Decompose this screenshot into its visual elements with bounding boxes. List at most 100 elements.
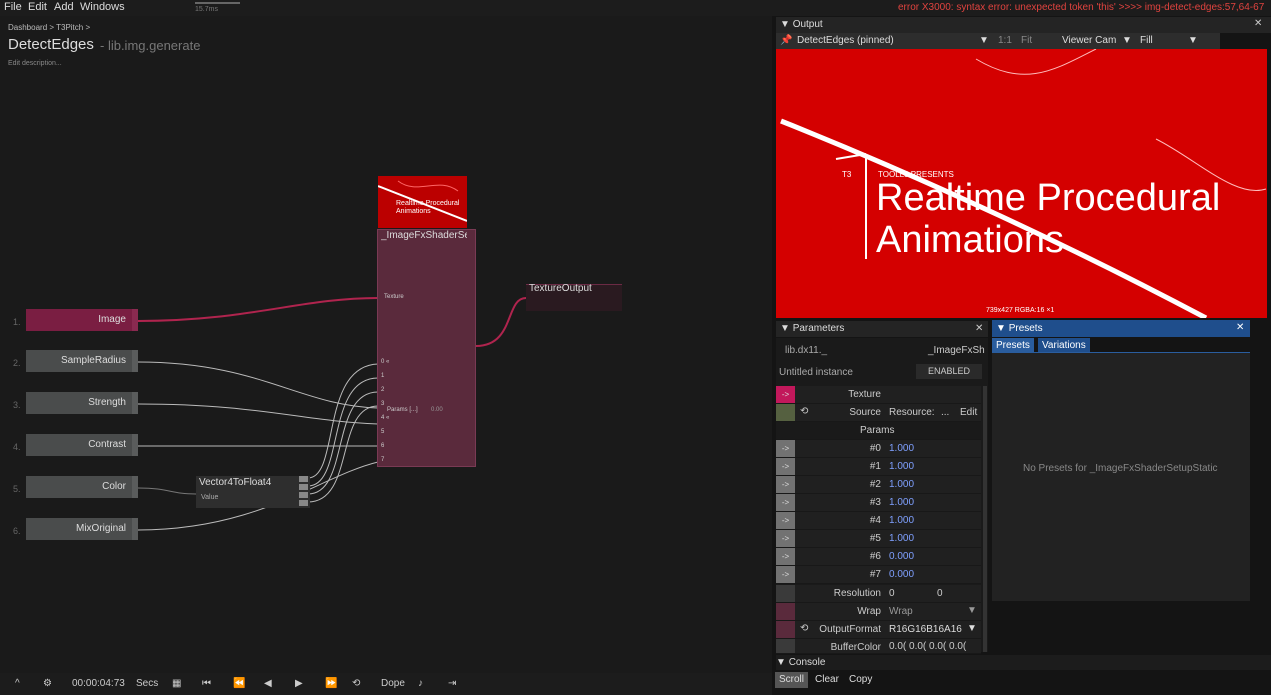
param-row[interactable]: -> #6 0.000: [776, 548, 981, 566]
pin-icon[interactable]: 📌: [780, 35, 792, 46]
output-selector[interactable]: DetectEdges (pinned): [797, 35, 894, 46]
input-port-image[interactable]: [132, 309, 138, 331]
graph-canvas[interactable]: Dashboard > T3Pitch > DetectEdges - lib.…: [0, 16, 772, 695]
input-port-contrast[interactable]: [132, 434, 138, 456]
close-icon[interactable]: ✕: [975, 323, 983, 334]
vector4-output-port[interactable]: [299, 500, 308, 506]
resolution-y[interactable]: 0: [937, 588, 943, 599]
slot-texture[interactable]: Texture: [384, 294, 404, 300]
format-select[interactable]: R16G16B16A16: [889, 624, 962, 635]
console-panel-header[interactable]: ▼ Console: [776, 655, 1271, 670]
arrow-icon[interactable]: ->: [776, 530, 795, 547]
source-browse-button[interactable]: ...: [941, 407, 949, 418]
speaker-icon[interactable]: ♪: [418, 678, 423, 689]
vector4-output-port[interactable]: [299, 484, 308, 490]
param-value[interactable]: 1.000: [889, 515, 914, 526]
chevron-down-icon[interactable]: ▼: [1122, 35, 1132, 46]
menu-file[interactable]: File: [4, 1, 22, 13]
param-row[interactable]: -> #0 1.000: [776, 440, 981, 458]
arrow-icon[interactable]: ->: [776, 458, 795, 475]
param-row[interactable]: -> #1 1.000: [776, 458, 981, 476]
menu-add[interactable]: Add: [54, 1, 74, 13]
console-copy-button[interactable]: Copy: [845, 672, 876, 688]
enabled-toggle[interactable]: ENABLED: [916, 364, 982, 379]
param-row-wrap[interactable]: Wrap Wrap ▼: [776, 603, 981, 621]
menu-edit[interactable]: Edit: [28, 1, 47, 13]
fill-selector[interactable]: Fill: [1140, 35, 1153, 46]
param-value[interactable]: 1.000: [889, 479, 914, 490]
arrow-icon[interactable]: ->: [776, 494, 795, 511]
menu-windows[interactable]: Windows: [80, 1, 125, 13]
param-value[interactable]: 1.000: [889, 533, 914, 544]
instance-name-input[interactable]: Untitled instance: [779, 367, 853, 378]
vector4-output-port[interactable]: [299, 476, 308, 482]
param-row[interactable]: -> #7 0.000: [776, 566, 981, 584]
tab-presets[interactable]: Presets: [992, 338, 1034, 353]
shader-node-thumbnail[interactable]: Realtime Procedural Animations: [378, 176, 467, 228]
step-forward-icon[interactable]: ⏩: [325, 678, 337, 689]
arrow-icon[interactable]: ->: [776, 548, 795, 565]
presets-panel-header[interactable]: ▼ Presets: [992, 320, 1250, 337]
chevron-down-icon[interactable]: ▼: [1188, 35, 1198, 46]
param-row[interactable]: -> #4 1.000: [776, 512, 981, 530]
param-row[interactable]: -> #5 1.000: [776, 530, 981, 548]
grid-icon[interactable]: ▦: [172, 678, 181, 689]
wrap-select[interactable]: Wrap: [889, 606, 913, 617]
source-value[interactable]: Resource:: [889, 407, 935, 418]
input-node-contrast[interactable]: Contrast: [26, 434, 132, 456]
play-back-icon[interactable]: ◀: [264, 678, 272, 689]
param-value[interactable]: 0.000: [889, 551, 914, 562]
camera-selector[interactable]: Viewer Cam: [1062, 35, 1116, 46]
vector4-output-port[interactable]: [299, 492, 308, 498]
input-port-color[interactable]: [132, 476, 138, 498]
console-clear-button[interactable]: Clear: [811, 672, 843, 688]
param-value[interactable]: 0.000: [889, 569, 914, 580]
input-node-color[interactable]: Color: [26, 476, 132, 498]
step-back-icon[interactable]: ⏪: [233, 678, 245, 689]
close-icon[interactable]: ✕: [1236, 322, 1244, 333]
chevron-down-icon[interactable]: ▼: [967, 605, 977, 616]
buffer-color-value[interactable]: 0.0( 0.0( 0.0( 0.0(: [889, 641, 977, 652]
arrow-icon[interactable]: ->: [776, 512, 795, 529]
output-viewport[interactable]: T3 TOOLL3 PRESENTS Realtime Procedural A…: [776, 49, 1267, 318]
param-row-source[interactable]: ⟲ Source Resource: ... Edit: [776, 404, 981, 422]
play-icon[interactable]: ▶: [295, 678, 303, 689]
parameters-panel-header[interactable]: ▼ Parameters: [776, 321, 988, 337]
param-row[interactable]: -> #2 1.000: [776, 476, 981, 494]
snap-icon[interactable]: ⇥: [448, 678, 456, 689]
tab-variations[interactable]: Variations: [1038, 338, 1090, 353]
slot-params[interactable]: Params [...]: [387, 407, 418, 413]
fit-button[interactable]: Fit: [1021, 35, 1032, 46]
input-port-strength[interactable]: [132, 392, 138, 414]
shader-node[interactable]: [377, 229, 476, 467]
arrow-icon[interactable]: ->: [776, 476, 795, 493]
param-value[interactable]: 1.000: [889, 443, 914, 454]
loop-icon[interactable]: ⟲: [352, 678, 360, 689]
arrow-icon[interactable]: ->: [776, 566, 795, 583]
input-node-image[interactable]: Image: [26, 309, 132, 331]
arrow-icon[interactable]: ->: [776, 440, 795, 457]
source-edit-button[interactable]: Edit: [960, 407, 977, 418]
arrow-icon[interactable]: ->: [776, 386, 795, 403]
param-row-texture[interactable]: -> Texture: [776, 386, 981, 404]
chevron-down-icon[interactable]: ▼: [967, 623, 977, 634]
input-node-mixoriginal[interactable]: MixOriginal: [26, 518, 132, 540]
reset-icon[interactable]: ⟲: [800, 623, 808, 634]
param-row-resolution[interactable]: Resolution 0 0: [776, 585, 981, 603]
param-row-outputformat[interactable]: ⟲ OutputFormat R16G16B16A16 ▼: [776, 621, 981, 639]
param-value[interactable]: 1.000: [889, 497, 914, 508]
param-row-buffercolor[interactable]: BufferColor 0.0( 0.0( 0.0( 0.0(: [776, 639, 981, 654]
chevron-down-icon[interactable]: ▼: [979, 35, 989, 46]
reset-icon[interactable]: ⟲: [800, 406, 808, 417]
chevron-up-icon[interactable]: ^: [15, 678, 20, 689]
input-node-strength[interactable]: Strength: [26, 392, 132, 414]
input-port-sampleradius[interactable]: [132, 350, 138, 372]
time-unit[interactable]: Secs: [136, 678, 158, 689]
ratio-button[interactable]: 1:1: [998, 35, 1012, 46]
close-icon[interactable]: ✕: [1254, 18, 1262, 29]
jump-start-icon[interactable]: ⏮: [202, 678, 211, 689]
param-row[interactable]: -> #3 1.000: [776, 494, 981, 512]
parameters-scrollbar[interactable]: [983, 386, 987, 652]
input-node-sampleradius[interactable]: SampleRadius: [26, 350, 132, 372]
playback-time[interactable]: 00:00:04:73: [72, 678, 125, 689]
